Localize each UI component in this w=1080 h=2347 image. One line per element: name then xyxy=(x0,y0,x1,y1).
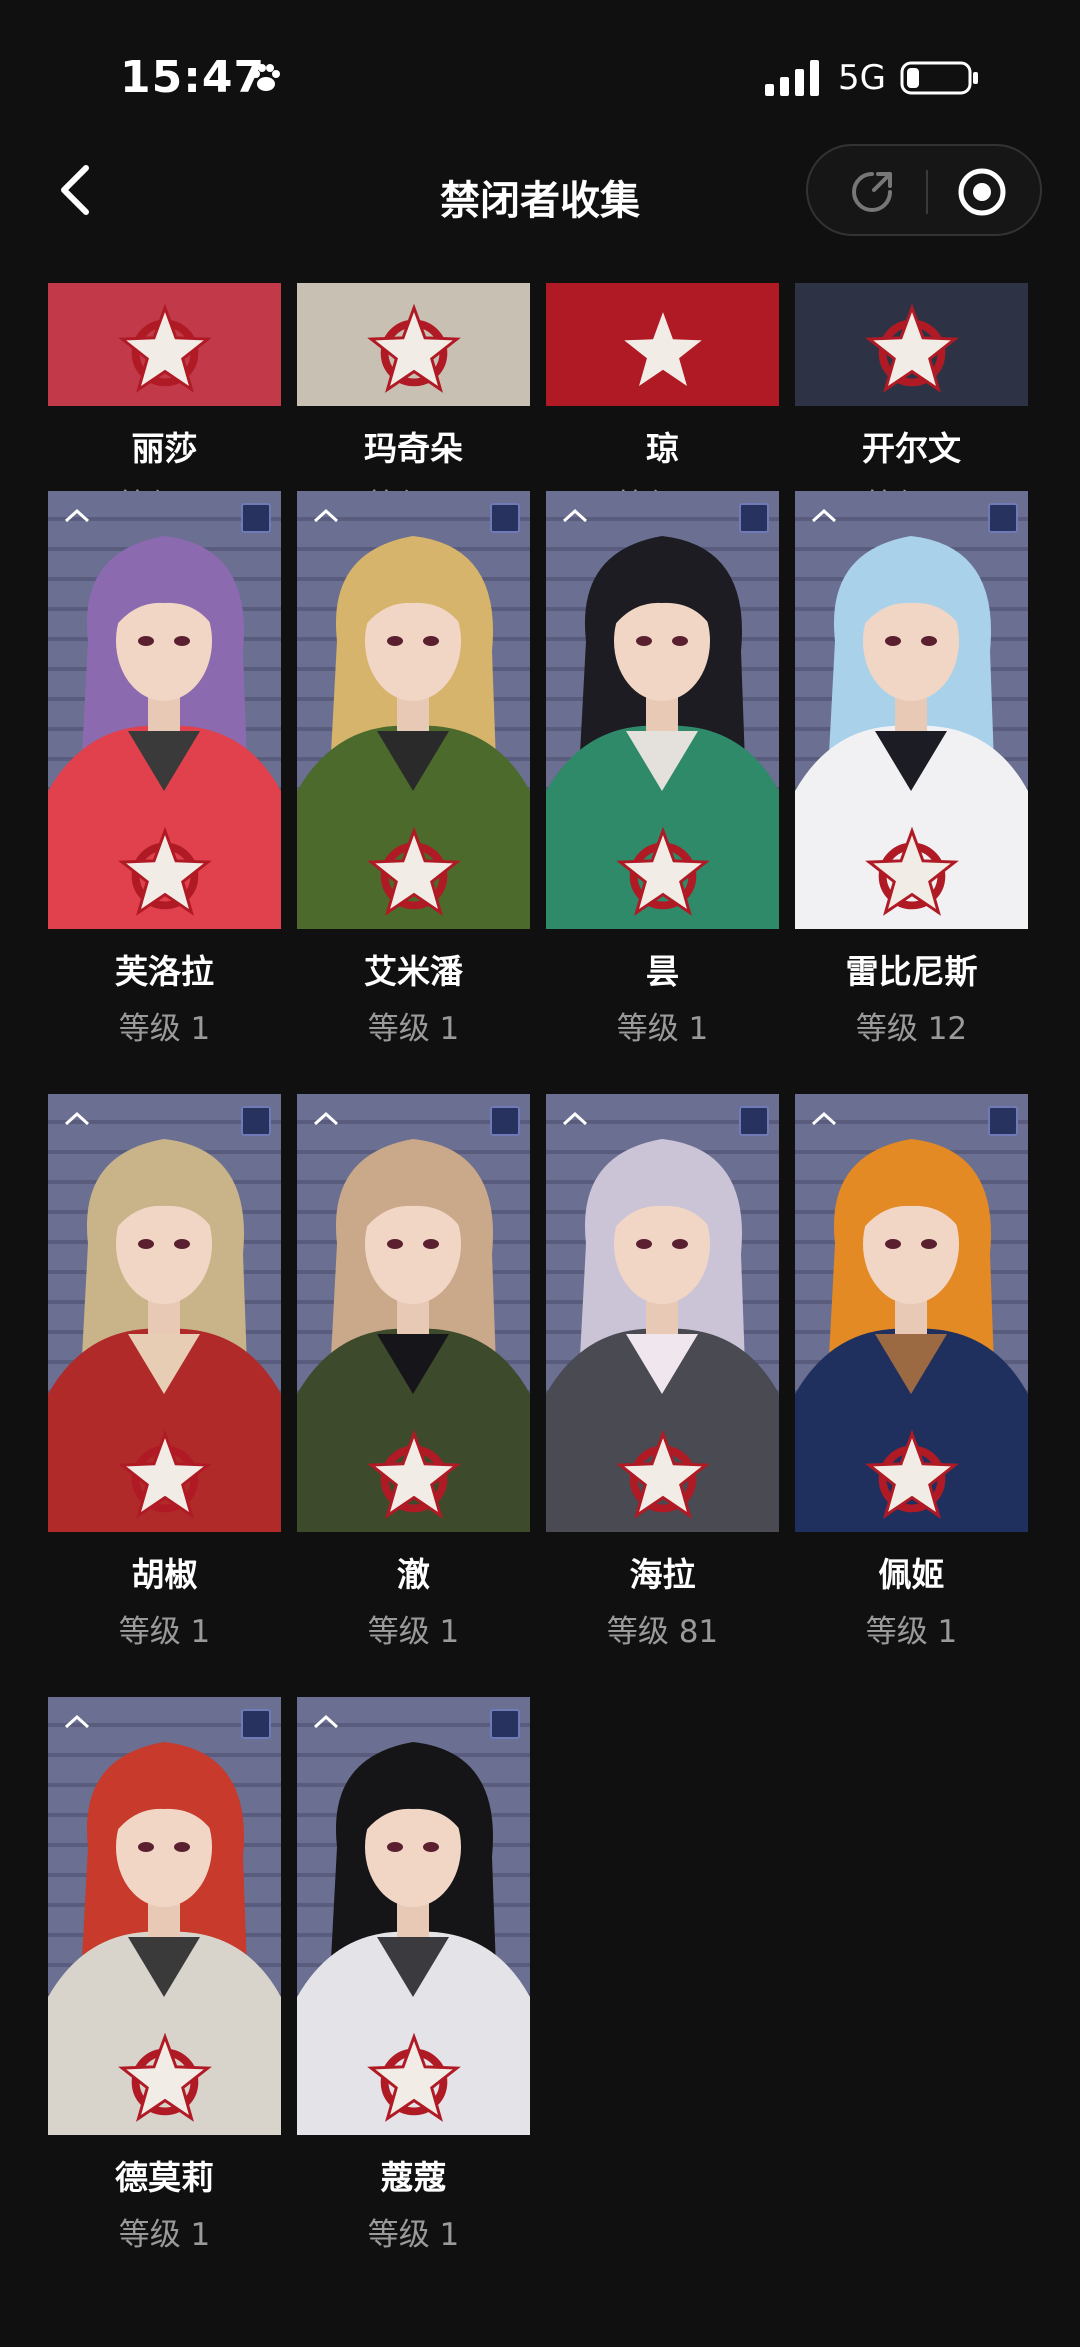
character-portrait[interactable] xyxy=(795,491,1028,929)
character-name: 昙 xyxy=(646,952,679,991)
status-time: 15:47 xyxy=(120,52,266,103)
character-portrait[interactable] xyxy=(546,491,779,929)
character-card[interactable]: 丽莎等级 1 xyxy=(48,283,281,525)
rank-chevron-icon xyxy=(562,508,588,523)
character-portrait[interactable] xyxy=(297,491,530,929)
character-portrait[interactable] xyxy=(48,1094,281,1532)
record-icon[interactable] xyxy=(956,166,1008,218)
character-name: 雷比尼斯 xyxy=(845,952,978,991)
locked-star-icon xyxy=(118,1429,212,1519)
character-portrait[interactable] xyxy=(546,283,779,406)
character-level: 等级 1 xyxy=(367,1011,460,1047)
character-name: 德莫莉 xyxy=(115,2158,214,2197)
network-label: 5G xyxy=(838,58,886,98)
character-portrait[interactable] xyxy=(795,1094,1028,1532)
locked-star-icon xyxy=(118,303,212,393)
character-card[interactable]: 开尔文等级 1 xyxy=(795,283,1028,525)
character-level: 等级 1 xyxy=(865,1614,958,1650)
character-card[interactable]: 蔻蔻等级 1 xyxy=(297,1697,530,2254)
share-icon[interactable] xyxy=(846,166,898,218)
rank-chevron-icon xyxy=(562,1111,588,1126)
capsule-divider xyxy=(926,170,928,214)
faction-badge-icon xyxy=(490,1106,520,1136)
locked-star-icon xyxy=(367,1429,461,1519)
character-level: 等级 81 xyxy=(606,1614,719,1650)
locked-star-icon xyxy=(616,826,710,916)
character-portrait[interactable] xyxy=(297,1094,530,1532)
locked-star-icon xyxy=(118,2032,212,2122)
faction-badge-icon xyxy=(241,1709,271,1739)
character-card[interactable]: 艾米潘等级 1 xyxy=(297,491,530,1048)
faction-badge-icon xyxy=(241,503,271,533)
character-name: 胡椒 xyxy=(131,1555,198,1594)
rank-chevron-icon xyxy=(313,508,339,523)
signal-icon xyxy=(765,60,819,96)
locked-star-icon xyxy=(616,303,710,393)
faction-badge-icon xyxy=(739,503,769,533)
faction-badge-icon xyxy=(988,1106,1018,1136)
character-card[interactable]: 海拉等级 81 xyxy=(546,1094,779,1651)
character-name: 丽莎 xyxy=(131,429,198,468)
character-level: 等级 1 xyxy=(616,1011,709,1047)
rank-chevron-icon xyxy=(64,508,90,523)
character-card[interactable]: 琼等级 1 xyxy=(546,283,779,525)
battery-icon xyxy=(900,61,978,95)
paw-icon xyxy=(252,64,280,91)
faction-badge-icon xyxy=(241,1106,271,1136)
locked-star-icon xyxy=(367,2032,461,2122)
character-portrait[interactable] xyxy=(48,491,281,929)
character-level: 等级 1 xyxy=(118,2217,211,2253)
character-name: 琼 xyxy=(646,429,679,468)
character-portrait[interactable] xyxy=(48,283,281,406)
character-name: 澈 xyxy=(397,1555,430,1594)
character-card[interactable]: 胡椒等级 1 xyxy=(48,1094,281,1651)
faction-badge-icon xyxy=(739,1106,769,1136)
character-name: 海拉 xyxy=(629,1555,696,1594)
character-name: 佩姬 xyxy=(878,1555,945,1594)
character-level: 等级 1 xyxy=(367,1614,460,1650)
locked-star-icon xyxy=(616,1429,710,1519)
character-name: 蔻蔻 xyxy=(380,2158,447,2197)
rank-chevron-icon xyxy=(64,1111,90,1126)
locked-star-icon xyxy=(865,303,959,393)
character-card[interactable]: 澈等级 1 xyxy=(297,1094,530,1651)
locked-star-icon xyxy=(118,826,212,916)
rank-chevron-icon xyxy=(811,1111,837,1126)
character-portrait[interactable] xyxy=(795,283,1028,406)
locked-star-icon xyxy=(865,826,959,916)
rank-chevron-icon xyxy=(313,1714,339,1729)
character-level: 等级 1 xyxy=(118,1614,211,1650)
character-level: 等级 12 xyxy=(855,1011,968,1047)
character-name: 玛奇朵 xyxy=(364,429,463,468)
rank-chevron-icon xyxy=(64,1714,90,1729)
character-grid: 丽莎等级 1玛奇朵等级 1琼等级 1开尔文等级 1芙洛拉等级 1艾米潘等级 1昙… xyxy=(0,283,1080,2347)
character-portrait[interactable] xyxy=(297,283,530,406)
character-name: 艾米潘 xyxy=(364,952,463,991)
character-level: 等级 1 xyxy=(118,1011,211,1047)
faction-badge-icon xyxy=(490,503,520,533)
rank-chevron-icon xyxy=(811,508,837,523)
character-level: 等级 1 xyxy=(367,2217,460,2253)
rank-chevron-icon xyxy=(313,1111,339,1126)
status-bar: 15:47 5G xyxy=(0,0,1080,150)
character-card[interactable]: 雷比尼斯等级 12 xyxy=(795,491,1028,1048)
locked-star-icon xyxy=(865,1429,959,1519)
character-name: 芙洛拉 xyxy=(115,952,214,991)
character-card[interactable]: 昙等级 1 xyxy=(546,491,779,1048)
character-card[interactable]: 佩姬等级 1 xyxy=(795,1094,1028,1651)
character-portrait[interactable] xyxy=(48,1697,281,2135)
character-portrait[interactable] xyxy=(546,1094,779,1532)
nav-bar: 禁闭者收集 xyxy=(0,140,1080,240)
mini-program-capsule xyxy=(806,144,1042,236)
locked-star-icon xyxy=(367,826,461,916)
faction-badge-icon xyxy=(490,1709,520,1739)
character-portrait[interactable] xyxy=(297,1697,530,2135)
faction-badge-icon xyxy=(988,503,1018,533)
locked-star-icon xyxy=(367,303,461,393)
character-name: 开尔文 xyxy=(862,429,961,468)
character-card[interactable]: 德莫莉等级 1 xyxy=(48,1697,281,2254)
character-card[interactable]: 玛奇朵等级 1 xyxy=(297,283,530,525)
character-card[interactable]: 芙洛拉等级 1 xyxy=(48,491,281,1048)
